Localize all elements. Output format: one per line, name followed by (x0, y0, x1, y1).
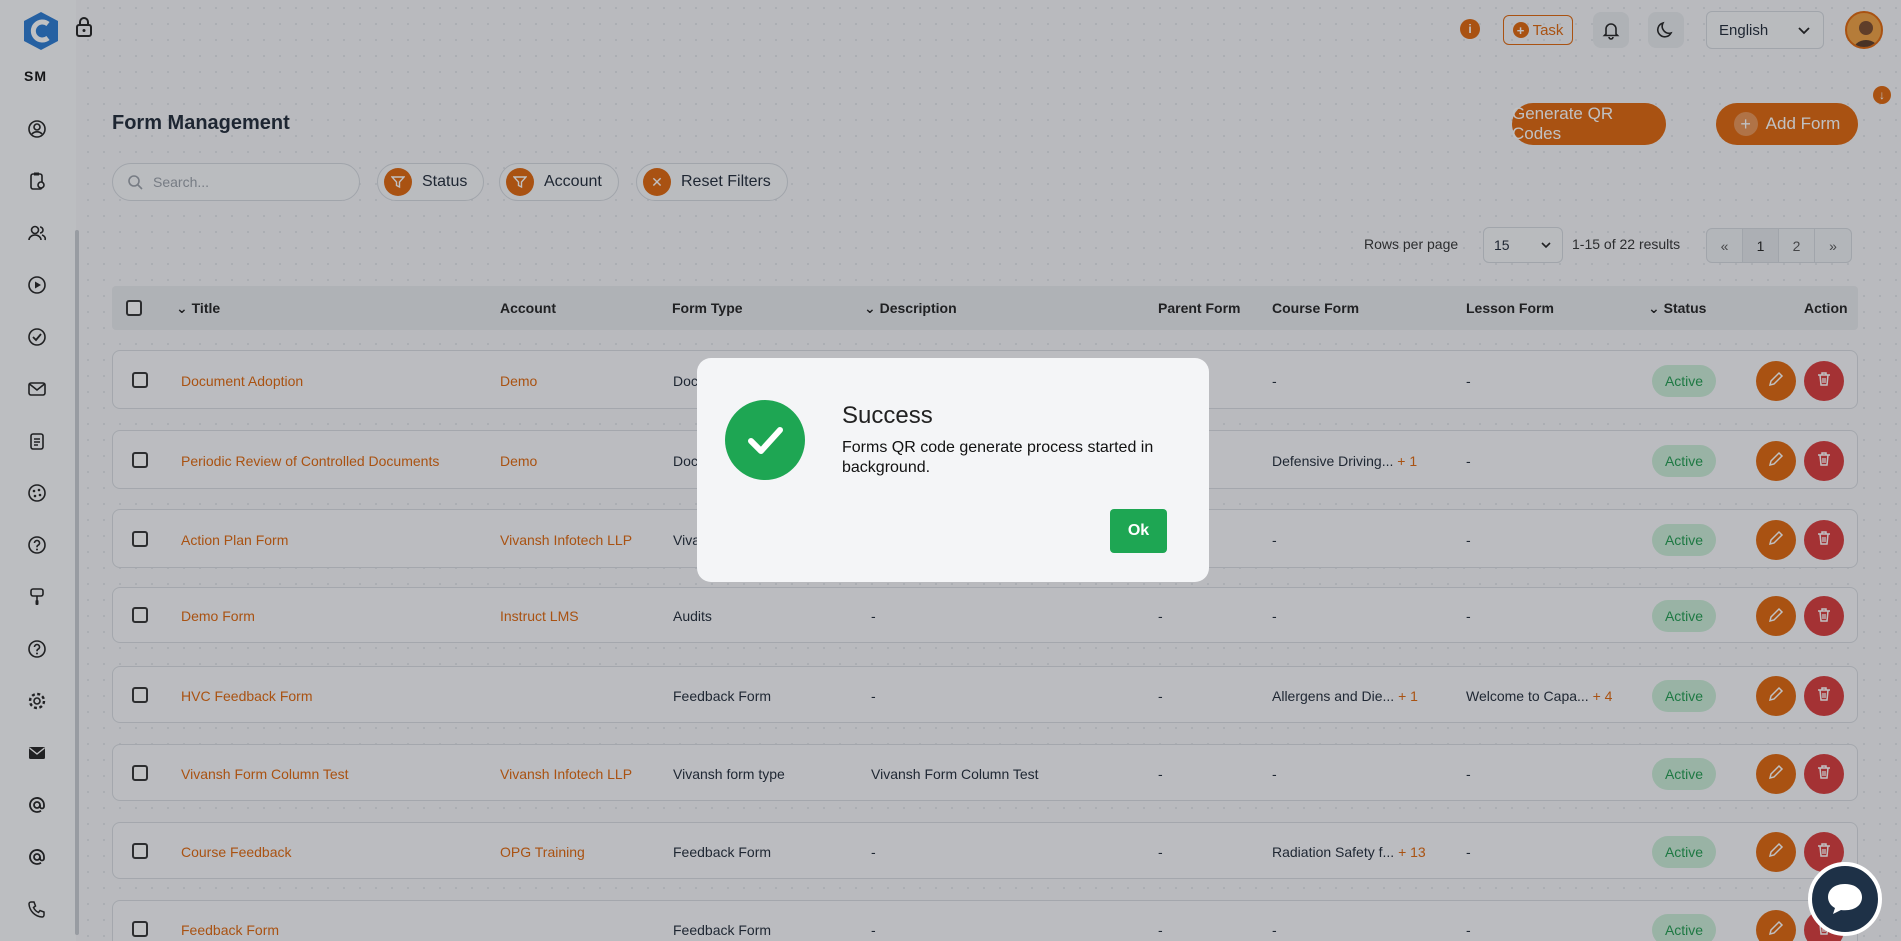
ok-button[interactable]: Ok (1110, 509, 1167, 553)
chat-bubble-icon (1828, 884, 1862, 914)
dialog-title: Success (842, 402, 933, 429)
success-check-icon (725, 400, 805, 480)
success-dialog: Success Forms QR code generate process s… (697, 358, 1209, 582)
chat-button[interactable] (1808, 862, 1882, 936)
dialog-message: Forms QR code generate process started i… (842, 439, 1154, 476)
